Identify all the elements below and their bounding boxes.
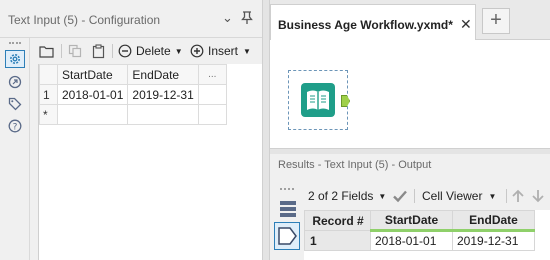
results-grid: Record # StartDate EndDate 1 2018-01-01 … xyxy=(304,210,550,260)
workflow-tab-bar: Business Age Workflow.yxmd* ✕ + xyxy=(270,0,550,40)
paste-icon[interactable] xyxy=(92,42,105,60)
folder-icon[interactable] xyxy=(39,42,54,60)
viewer-selector-label: Cell Viewer xyxy=(422,189,483,203)
caret-down-icon: ▼ xyxy=(174,46,183,56)
plus-circle-icon xyxy=(190,44,204,58)
cell-enddate[interactable]: 2019-12-31 xyxy=(452,230,535,251)
configuration-toolbar: Delete ▼ Insert ▼ xyxy=(30,38,262,64)
results-table: Record # StartDate EndDate 1 2018-01-01 … xyxy=(304,210,535,251)
rail-grip[interactable] xyxy=(280,188,294,191)
tag-icon[interactable] xyxy=(5,96,25,114)
configuration-gear-icon[interactable] xyxy=(5,50,25,68)
results-toolbar: 2 of 2 Fields ▼ Cell Viewer ▼ xyxy=(304,184,550,208)
column-header-enddate[interactable]: EndDate xyxy=(452,210,535,232)
panel-splitter[interactable] xyxy=(262,0,270,260)
caret-down-icon: ▼ xyxy=(378,191,387,201)
cell-startdate[interactable]: 2018-01-01 xyxy=(56,84,129,105)
results-panel: Results - Text Input (5) - Output 2 of 2… xyxy=(270,154,550,260)
toolbar-divider xyxy=(506,189,507,203)
cell-enddate[interactable]: 2019-12-31 xyxy=(127,84,199,105)
toolbar-divider xyxy=(414,189,415,203)
arrow-up-icon[interactable] xyxy=(510,187,526,205)
output-anchor[interactable] xyxy=(341,95,350,107)
delete-label: Delete xyxy=(136,44,171,58)
new-row-cell[interactable] xyxy=(56,104,129,125)
fields-selector-label: 2 of 2 Fields xyxy=(308,189,374,203)
column-header-startdate[interactable]: StartDate xyxy=(56,64,129,85)
cell-startdate[interactable]: 2018-01-01 xyxy=(370,230,453,251)
fields-selector[interactable]: 2 of 2 Fields ▼ xyxy=(308,187,386,205)
corner-cell[interactable] xyxy=(39,64,58,85)
table-row: 1 2018-01-01 2019-12-31 xyxy=(304,230,535,251)
results-header-row: Record # StartDate EndDate xyxy=(304,210,535,232)
copy-icon[interactable] xyxy=(68,42,82,60)
toolbar-divider xyxy=(112,44,113,58)
column-header-startdate[interactable]: StartDate xyxy=(370,210,453,232)
rail-grip[interactable] xyxy=(9,42,21,45)
new-row-marker[interactable]: * xyxy=(39,104,58,125)
row-number[interactable]: 1 xyxy=(39,84,58,105)
configuration-title: Text Input (5) - Configuration xyxy=(8,13,161,27)
configuration-panel: Text Input (5) - Configuration ⌄ ? Delet… xyxy=(0,0,262,260)
toolbar-divider xyxy=(61,44,62,58)
annotation-icon[interactable] xyxy=(5,74,25,92)
close-icon[interactable]: ✕ xyxy=(460,17,472,31)
metadata-view-icon[interactable] xyxy=(274,222,300,250)
book-icon xyxy=(301,83,335,117)
record-number[interactable]: 1 xyxy=(304,230,371,251)
record-number-header[interactable]: Record # xyxy=(304,210,371,231)
text-input-tool[interactable] xyxy=(288,70,350,130)
table-row: 1 2018-01-01 2019-12-31 xyxy=(39,84,227,105)
add-column-header[interactable]: ... xyxy=(197,64,227,85)
minus-circle-icon xyxy=(118,44,132,58)
apply-checkmark-icon[interactable] xyxy=(392,187,408,205)
records-view-icon[interactable] xyxy=(276,198,300,220)
results-side-rail xyxy=(270,182,304,260)
new-row-cell[interactable] xyxy=(197,104,227,125)
text-input-grid: StartDate EndDate ... 1 2018-01-01 2019-… xyxy=(38,64,262,260)
workflow-area: Business Age Workflow.yxmd* ✕ + Results … xyxy=(270,0,550,260)
viewer-selector[interactable]: Cell Viewer ▼ xyxy=(422,187,496,205)
help-icon[interactable]: ? xyxy=(5,118,25,136)
workflow-tab[interactable]: Business Age Workflow.yxmd* ✕ xyxy=(270,4,476,40)
caret-down-icon: ▼ xyxy=(488,191,497,201)
config-table: StartDate EndDate ... 1 2018-01-01 2019-… xyxy=(39,64,227,125)
new-row-cell[interactable] xyxy=(127,104,199,125)
arrow-down-icon[interactable] xyxy=(530,187,546,205)
workflow-tab-title: Business Age Workflow.yxmd* xyxy=(278,18,453,32)
new-row: * xyxy=(39,104,227,125)
configuration-side-rail: ? xyxy=(0,38,30,260)
workflow-canvas[interactable] xyxy=(270,40,550,148)
configuration-header: Text Input (5) - Configuration ⌄ xyxy=(0,0,262,38)
new-tab-plus-icon[interactable]: + xyxy=(482,8,510,34)
pin-icon[interactable] xyxy=(241,11,253,28)
chevron-down-icon[interactable]: ⌄ xyxy=(222,11,233,25)
empty-cell[interactable] xyxy=(197,84,227,105)
results-title: Results - Text Input (5) - Output xyxy=(278,159,432,171)
config-header-row: StartDate EndDate ... xyxy=(39,64,227,85)
svg-text:?: ? xyxy=(13,122,18,132)
caret-down-icon: ▼ xyxy=(243,46,251,56)
insert-label: Insert xyxy=(208,44,239,58)
column-header-enddate[interactable]: EndDate xyxy=(127,64,199,85)
insert-button[interactable]: Insert ▼ xyxy=(190,42,251,60)
delete-button[interactable]: Delete ▼ xyxy=(118,42,183,60)
